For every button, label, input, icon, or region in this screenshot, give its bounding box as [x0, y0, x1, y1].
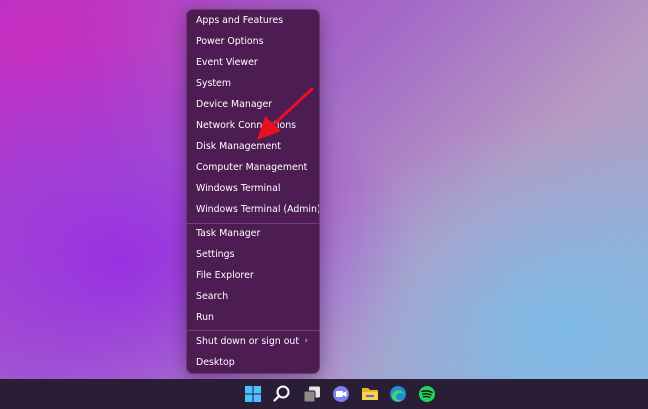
- menu-item-file-explorer[interactable]: File Explorer: [187, 265, 319, 286]
- spotify-icon[interactable]: [417, 384, 437, 404]
- file-explorer-icon[interactable]: [360, 384, 380, 404]
- menu-item-network-connections[interactable]: Network Connections: [187, 115, 319, 136]
- taskbar: [0, 379, 648, 409]
- chevron-right-icon: ›: [304, 336, 308, 346]
- start-icon[interactable]: [243, 384, 263, 404]
- task-view-icon[interactable]: [302, 384, 322, 404]
- menu-item-shut-down-or-sign-out[interactable]: Shut down or sign out ›: [187, 331, 319, 352]
- menu-item-apps-and-features[interactable]: Apps and Features: [187, 10, 319, 31]
- menu-item-computer-management[interactable]: Computer Management: [187, 157, 319, 178]
- edge-icon[interactable]: [388, 384, 408, 404]
- red-arrow-annotation: [257, 87, 314, 140]
- winx-context-menu: Apps and Features Power Options Event Vi…: [186, 9, 320, 374]
- chat-icon[interactable]: [331, 384, 351, 404]
- menu-item-windows-terminal[interactable]: Windows Terminal: [187, 178, 319, 199]
- menu-item-event-viewer[interactable]: Event Viewer: [187, 52, 319, 73]
- menu-item-task-manager[interactable]: Task Manager: [187, 223, 319, 244]
- menu-item-settings[interactable]: Settings: [187, 244, 319, 265]
- menu-item-desktop[interactable]: Desktop: [187, 352, 319, 373]
- menu-item-system[interactable]: System: [187, 73, 319, 94]
- menu-item-run[interactable]: Run: [187, 307, 319, 328]
- menu-item-label: Shut down or sign out: [196, 336, 300, 347]
- menu-item-windows-terminal-admin[interactable]: Windows Terminal (Admin): [187, 199, 319, 220]
- menu-item-power-options[interactable]: Power Options: [187, 31, 319, 52]
- menu-item-device-manager[interactable]: Device Manager: [187, 94, 319, 115]
- menu-item-search[interactable]: Search: [187, 286, 319, 307]
- search-icon[interactable]: [272, 384, 292, 404]
- menu-item-disk-management[interactable]: Disk Management: [187, 136, 319, 157]
